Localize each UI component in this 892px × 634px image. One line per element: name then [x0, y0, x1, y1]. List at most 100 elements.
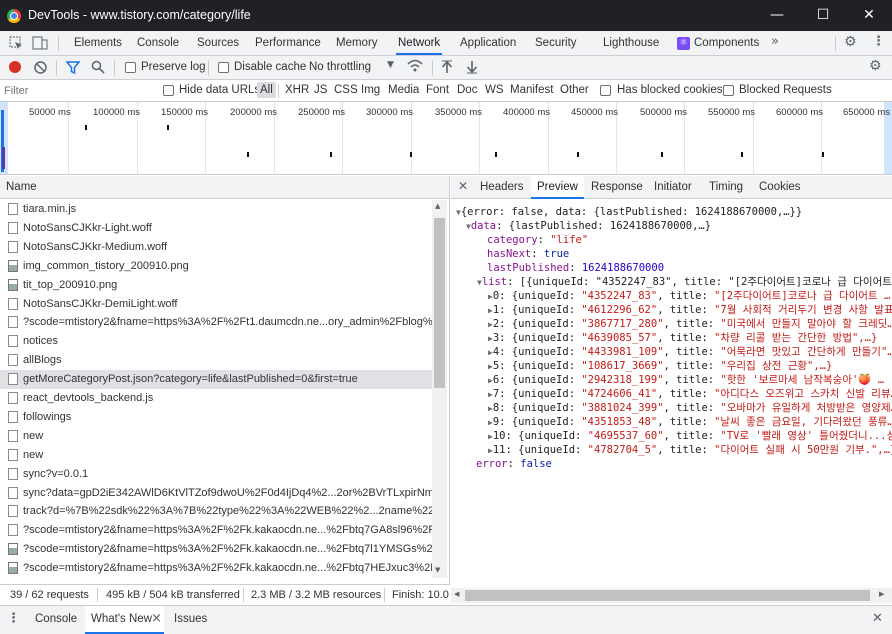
filter-icon[interactable]	[65, 61, 81, 75]
request-row[interactable]: sync?data=gpD2iE342AWlD6KtVlTZof9dwoU%2F…	[0, 484, 432, 503]
scroll-up-icon[interactable]: ▲	[435, 202, 440, 210]
filter-type-doc[interactable]: Doc	[457, 84, 477, 96]
detail-tab-cookies[interactable]: Cookies	[759, 181, 801, 193]
detail-tab-response[interactable]: Response	[591, 181, 643, 193]
record-icon[interactable]	[9, 61, 21, 73]
filter-type-manifest[interactable]: Manifest	[510, 84, 553, 96]
filter-type-media[interactable]: Media	[388, 84, 419, 96]
json-list-item[interactable]: ▶4: {uniqueId: "4433981_109", title: "어묵…	[488, 345, 892, 359]
tab-lighthouse[interactable]: Lighthouse	[603, 31, 659, 55]
tab-components[interactable]: Components	[694, 31, 759, 55]
json-list-item[interactable]: ▶9: {uniqueId: "4351853_48", title: "날씨 …	[488, 415, 892, 429]
request-row[interactable]: NotoSansCJKkr-Light.woff	[0, 219, 432, 238]
request-row[interactable]: NotoSansCJKkr-Medium.woff	[0, 238, 432, 257]
tab-security[interactable]: Security	[535, 31, 577, 55]
has-blocked-cookies-checkbox[interactable]	[600, 85, 611, 96]
filter-type-all[interactable]: All	[257, 82, 276, 98]
request-row[interactable]: sync?v=0.0.1	[0, 465, 432, 484]
tab-elements[interactable]: Elements	[74, 31, 122, 55]
requests-scrollbar[interactable]: ▲ ▼	[432, 200, 447, 578]
request-row[interactable]: tit_top_200910.png	[0, 276, 432, 295]
preview-horizontal-scrollbar[interactable]: ◀ ▶	[451, 588, 892, 603]
filter-type-ws[interactable]: WS	[485, 84, 504, 96]
detail-tab-headers[interactable]: Headers	[480, 181, 523, 193]
detail-tab-timing[interactable]: Timing	[709, 181, 743, 193]
preserve-log-checkbox[interactable]	[125, 62, 136, 73]
close-detail-icon[interactable]: ✕	[458, 179, 468, 193]
json-list-item[interactable]: ▶11: {uniqueId: "4782704_5", title: "다이어…	[488, 443, 892, 457]
json-data-node[interactable]: ▼data: {lastPublished: 1624188670000,…}	[466, 219, 711, 233]
request-row[interactable]: react_devtools_backend.js	[0, 389, 432, 408]
close-drawer-icon[interactable]: ✕	[872, 611, 883, 626]
disable-cache-checkbox[interactable]	[218, 62, 229, 73]
request-row[interactable]: ?scode=mtistory2&fname=https%3A%2F%2Fk.k…	[0, 521, 432, 540]
hide-data-urls-checkbox[interactable]	[163, 85, 174, 96]
tab-memory[interactable]: Memory	[336, 31, 378, 55]
json-list-item[interactable]: ▶2: {uniqueId: "3867717_280", title: "미국…	[488, 317, 892, 331]
request-row[interactable]: ?scode=mtistory2&fname=https%3A%2F%2Fk.k…	[0, 540, 432, 559]
request-row[interactable]: ?scode=mtistory2&fname=https%3A%2F%2Fk.k…	[0, 559, 432, 578]
tab-network[interactable]: Network	[396, 31, 443, 55]
filter-type-xhr[interactable]: XHR	[285, 84, 309, 96]
network-conditions-wifi-icon[interactable]	[407, 58, 423, 76]
request-row[interactable]: followings	[0, 408, 432, 427]
request-row[interactable]: getMoreCategoryPost.json?category=life&l…	[0, 370, 432, 390]
detail-tab-preview[interactable]: Preview	[531, 176, 584, 199]
requests-scrollbar-thumb[interactable]	[434, 218, 445, 388]
filter-type-css[interactable]: CSS	[334, 84, 358, 96]
json-list-item[interactable]: ▶10: {uniqueId: "4695537_60", title: "TV…	[488, 429, 892, 443]
preview-scrollbar-thumb[interactable]	[465, 590, 870, 601]
tab-performance[interactable]: Performance	[255, 31, 321, 55]
drawer-tab-issues[interactable]: Issues	[174, 613, 207, 625]
request-row[interactable]: img_common_tistory_200910.png	[0, 257, 432, 276]
network-settings-gear-icon[interactable]: ⚙	[869, 58, 882, 74]
scroll-left-icon[interactable]: ◀	[454, 590, 459, 598]
network-overview-timeline[interactable]: 50000 ms 100000 ms 150000 ms 200000 ms 2…	[0, 102, 892, 175]
close-button[interactable]: ✕	[846, 0, 892, 31]
export-har-icon[interactable]	[466, 60, 478, 74]
maximize-button[interactable]: ☐	[800, 0, 846, 31]
throttling-select[interactable]: No throttling	[309, 61, 371, 73]
inspect-element-icon[interactable]	[9, 36, 23, 50]
tab-console[interactable]: Console	[137, 31, 179, 55]
name-column-header[interactable]: Name	[0, 176, 449, 199]
detail-tab-initiator[interactable]: Initiator	[654, 181, 692, 193]
filter-type-js[interactable]: JS	[314, 84, 327, 96]
request-row[interactable]: tiara.min.js	[0, 200, 432, 219]
import-har-icon[interactable]	[441, 60, 453, 74]
request-row[interactable]: new	[0, 446, 432, 465]
scroll-down-icon[interactable]: ▼	[435, 566, 440, 574]
blocked-requests-checkbox[interactable]	[723, 85, 734, 96]
more-options-icon[interactable]: ⋮	[872, 34, 885, 49]
request-row[interactable]: notices	[0, 332, 432, 351]
json-list-item[interactable]: ▶8: {uniqueId: "3881024_399", title: "오바…	[488, 401, 892, 415]
clear-icon[interactable]	[34, 61, 47, 74]
more-tabs-icon[interactable]: »	[771, 34, 779, 49]
drawer-tab-console[interactable]: Console	[35, 613, 77, 625]
request-row[interactable]: track?d=%7B%22sdk%22%3A%7B%22type%22%3A%…	[0, 502, 432, 521]
filter-type-other[interactable]: Other	[560, 84, 589, 96]
json-list-item[interactable]: ▶5: {uniqueId: "108617_3669", title: "우리…	[488, 359, 832, 373]
minimize-button[interactable]: —	[754, 0, 800, 31]
json-list-item[interactable]: ▶1: {uniqueId: "4612296_62", title: "7월 …	[488, 303, 892, 317]
chevron-down-icon[interactable]: ▼	[387, 60, 394, 70]
tab-sources[interactable]: Sources	[197, 31, 239, 55]
scroll-right-icon[interactable]: ▶	[879, 590, 884, 598]
json-list-item[interactable]: ▶3: {uniqueId: "4639085_57", title: "차량 …	[488, 331, 877, 345]
search-icon[interactable]	[91, 60, 105, 74]
request-row[interactable]: ?scode=mtistory2&fname=https%3A%2F%2Ft1.…	[0, 313, 432, 332]
request-row[interactable]: NotoSansCJKkr-DemiLight.woff	[0, 295, 432, 314]
json-list-item[interactable]: ▶0: {uniqueId: "4352247_83", title: "[2주…	[488, 289, 890, 303]
settings-gear-icon[interactable]: ⚙	[844, 34, 857, 50]
json-root[interactable]: ▼{error: false, data: {lastPublished: 16…	[456, 205, 802, 219]
request-row[interactable]: new	[0, 427, 432, 446]
json-list-node[interactable]: ▼list: [{uniqueId: "4352247_83", title: …	[477, 275, 892, 289]
close-whats-new-icon[interactable]: ×	[151, 611, 162, 626]
request-row[interactable]: allBlogs	[0, 351, 432, 370]
json-list-item[interactable]: ▶7: {uniqueId: "4724606_41", title: "아디다…	[488, 387, 892, 401]
drawer-menu-icon[interactable]: ⋮	[7, 611, 20, 626]
device-toolbar-icon[interactable]	[32, 36, 48, 50]
filter-type-font[interactable]: Font	[426, 84, 449, 96]
filter-type-img[interactable]: Img	[361, 84, 380, 96]
drawer-tab-whats-new[interactable]: What's New	[91, 613, 152, 625]
